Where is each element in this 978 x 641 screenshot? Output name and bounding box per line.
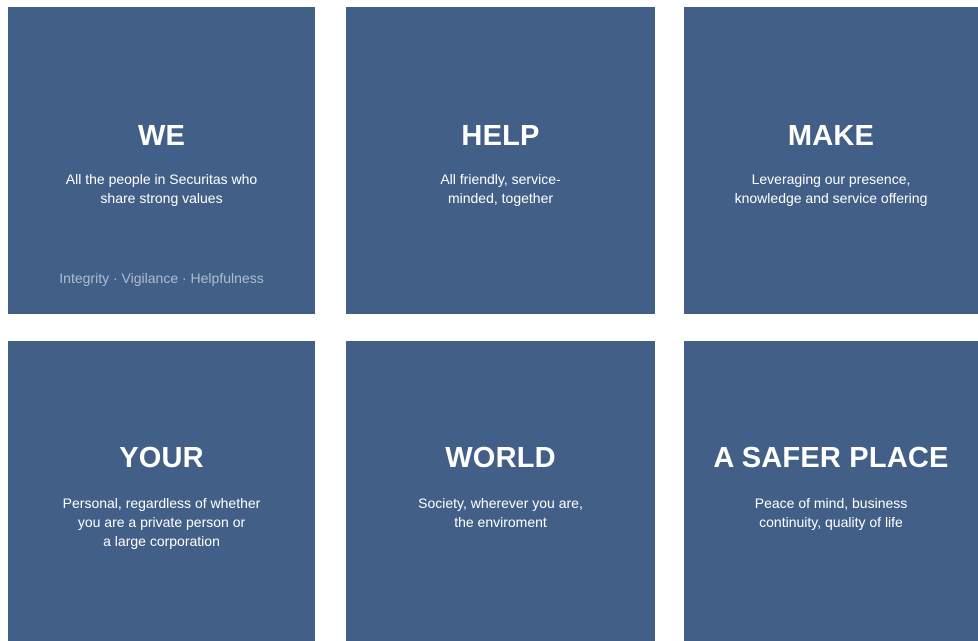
tile-description-line: continuity, quality of life — [759, 514, 903, 530]
tile-a-safer-place: A SAFER PLACE Peace of mind, business co… — [684, 341, 978, 641]
values-grid: WE All the people in Securitas who share… — [0, 0, 978, 641]
core-values-text: Integrity · Vigilance · Helpfulness — [59, 270, 264, 286]
tile-description: Leveraging our presence, knowledge and s… — [684, 170, 978, 208]
tile-description-line: a large corporation — [103, 533, 220, 549]
tile-heading: HELP — [461, 120, 540, 152]
tile-description-line: minded, together — [447, 190, 554, 206]
tile-description-line: the enviroment — [454, 514, 547, 530]
tile-description: Personal, regardless of whether you are … — [8, 494, 315, 551]
tile-description-line: share strong values — [100, 190, 223, 206]
tile-we: WE All the people in Securitas who share… — [8, 7, 315, 314]
tile-description: All the people in Securitas who share st… — [8, 170, 315, 208]
tile-heading: WORLD — [445, 442, 556, 474]
tile-description-line: Leveraging our presence, — [751, 171, 911, 187]
tile-description-line: Peace of mind, business — [754, 495, 908, 511]
tile-description-line: Society, wherever you are, — [418, 495, 583, 511]
tile-description-line: All the people in Securitas who — [65, 171, 258, 187]
tile-make: MAKE Leveraging our presence, knowledge … — [684, 7, 978, 314]
tile-heading: YOUR — [119, 442, 204, 474]
tile-description: All friendly, service- minded, together — [346, 170, 655, 208]
tile-description-line: knowledge and service offering — [734, 190, 928, 206]
tile-heading: A SAFER PLACE — [713, 442, 949, 474]
tile-description: Peace of mind, business continuity, qual… — [684, 494, 978, 532]
tile-description-line: Personal, regardless of whether — [62, 495, 261, 511]
tile-heading: MAKE — [787, 120, 875, 152]
tile-heading: WE — [137, 120, 186, 152]
tile-your: YOUR Personal, regardless of whether you… — [8, 341, 315, 641]
tile-help: HELP All friendly, service- minded, toge… — [346, 7, 655, 314]
tile-description-line: you are a private person or — [77, 514, 246, 530]
tile-world: WORLD Society, wherever you are, the env… — [346, 341, 655, 641]
tile-description: Society, wherever you are, the enviromen… — [346, 494, 655, 532]
tile-description-line: All friendly, service- — [440, 171, 561, 187]
